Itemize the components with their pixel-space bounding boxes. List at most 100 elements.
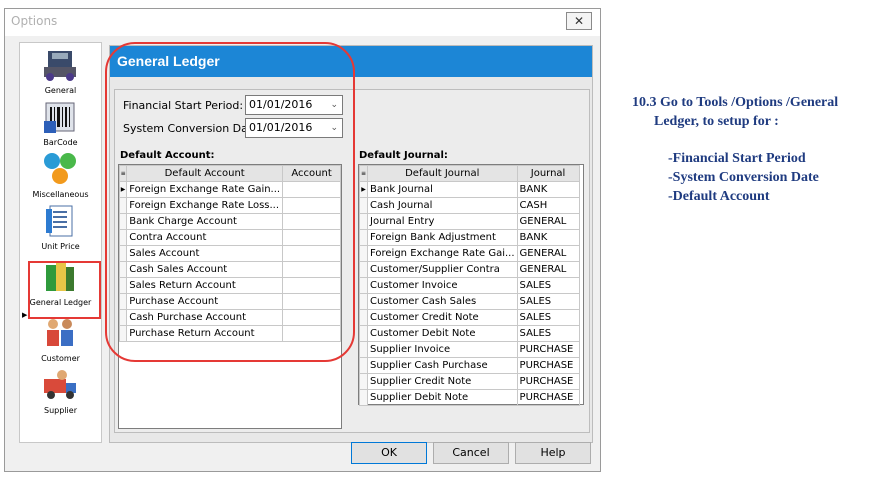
table-row[interactable]: ▶ Bank Journal BANK [359,181,580,198]
journal-cell[interactable]: PURCHASE [516,389,580,406]
table-row[interactable]: Purchase Account [118,293,341,310]
default-journal-cell[interactable]: Foreign Bank Adjustment [367,229,518,246]
table-row[interactable]: Supplier Invoice PURCHASE [359,341,580,358]
table-row[interactable]: Purchase Return Account [118,325,341,342]
journal-cell[interactable]: BANK [516,229,580,246]
account-cell[interactable] [282,293,341,310]
account-cell[interactable] [282,309,341,326]
row-selector[interactable] [118,261,128,278]
conversion-date-combo[interactable]: 01/01/2016 ⌄ [245,118,343,138]
table-row[interactable]: Contra Account [118,229,341,246]
table-row[interactable]: Foreign Bank Adjustment BANK [359,229,580,246]
journal-cell[interactable]: PURCHASE [516,373,580,390]
table-row[interactable]: Cash Sales Account [118,261,341,278]
table-row[interactable]: Supplier Debit Note PURCHASE [359,389,580,406]
default-journal-cell[interactable]: Customer Invoice [367,277,518,294]
journal-cell[interactable]: GENERAL [516,245,580,262]
row-selector[interactable] [118,277,128,294]
default-account-cell[interactable]: Purchase Account [126,293,284,310]
sidebar-item-customer[interactable]: Customer [20,313,101,365]
row-selector[interactable] [359,293,368,310]
account-cell[interactable] [282,245,341,262]
default-journal-cell[interactable]: Foreign Exchange Rate Gai... [367,245,518,262]
account-cell[interactable] [282,181,341,198]
help-button[interactable]: Help [515,442,591,464]
row-selector[interactable] [359,277,368,294]
default-account-cell[interactable]: Foreign Exchange Rate Loss... [126,197,284,214]
journal-cell[interactable]: CASH [516,197,580,214]
table-row[interactable]: Cash Purchase Account [118,309,341,326]
row-selector[interactable] [359,341,368,358]
journal-cell[interactable]: GENERAL [516,261,580,278]
default-journal-cell[interactable]: Cash Journal [367,197,518,214]
default-journal-cell[interactable]: Supplier Cash Purchase [367,357,518,374]
default-account-cell[interactable]: Bank Charge Account [126,213,284,230]
table-row[interactable]: Supplier Credit Note PURCHASE [359,373,580,390]
default-journal-cell[interactable]: Supplier Credit Note [367,373,518,390]
default-account-cell[interactable]: Cash Purchase Account [126,309,284,326]
table-row[interactable]: Customer Invoice SALES [359,277,580,294]
column-header-journal[interactable]: Journal [516,165,580,182]
table-row[interactable]: Cash Journal CASH [359,197,580,214]
journal-cell[interactable]: GENERAL [516,213,580,230]
table-row[interactable]: Customer/Supplier Contra GENERAL [359,261,580,278]
default-journal-cell[interactable]: Customer Credit Note [367,309,518,326]
default-account-cell[interactable]: Cash Sales Account [126,261,284,278]
journal-cell[interactable]: SALES [516,325,580,342]
journal-cell[interactable]: SALES [516,309,580,326]
default-account-cell[interactable]: Foreign Exchange Rate Gain... [126,181,284,198]
table-row[interactable]: Foreign Exchange Rate Loss... [118,197,341,214]
cancel-button[interactable]: Cancel [433,442,509,464]
row-selector[interactable] [359,245,368,262]
column-header-account[interactable]: Account [282,165,341,182]
default-account-cell[interactable]: Contra Account [126,229,284,246]
row-selector[interactable] [118,245,128,262]
table-row[interactable]: Sales Account [118,245,341,262]
account-cell[interactable] [282,197,341,214]
journal-cell[interactable]: PURCHASE [516,341,580,358]
account-cell[interactable] [282,229,341,246]
ok-button[interactable]: OK [351,442,427,464]
default-journal-cell[interactable]: Customer/Supplier Contra [367,261,518,278]
row-selector[interactable] [118,197,128,214]
journal-cell[interactable]: SALES [516,277,580,294]
row-selector[interactable] [359,325,368,342]
sidebar-item-miscellaneous[interactable]: Miscellaneous [20,149,101,201]
table-row[interactable]: ▶ Foreign Exchange Rate Gain... [118,181,341,198]
table-row[interactable]: Customer Credit Note SALES [359,309,580,326]
row-selector-icon[interactable]: ▶ [118,181,128,198]
row-selector[interactable] [359,373,368,390]
row-selector[interactable] [359,261,368,278]
default-journal-cell[interactable]: Supplier Debit Note [367,389,518,406]
table-row[interactable]: Sales Return Account [118,277,341,294]
sidebar-item-unit-price[interactable]: Unit Price [20,201,101,253]
journal-cell[interactable]: PURCHASE [516,357,580,374]
row-selector[interactable] [359,389,368,406]
default-journal-cell[interactable]: Bank Journal [367,181,518,198]
row-selector[interactable] [359,229,368,246]
account-cell[interactable] [282,261,341,278]
column-header-default-account[interactable]: Default Account [126,165,284,182]
close-button[interactable]: ✕ [566,12,592,30]
account-cell[interactable] [282,325,341,342]
sidebar-item-barcode[interactable]: BarCode [20,97,101,149]
row-selector-icon[interactable]: ▶ [359,181,368,198]
default-journal-cell[interactable]: Customer Debit Note [367,325,518,342]
sidebar-item-general[interactable]: General [20,45,101,97]
account-cell[interactable] [282,213,341,230]
table-row[interactable]: Foreign Exchange Rate Gai... GENERAL [359,245,580,262]
account-cell[interactable] [282,277,341,294]
row-selector[interactable] [359,197,368,214]
row-selector[interactable] [359,213,368,230]
table-row[interactable]: Customer Debit Note SALES [359,325,580,342]
table-row[interactable]: Bank Charge Account [118,213,341,230]
table-row[interactable]: Supplier Cash Purchase PURCHASE [359,357,580,374]
journal-cell[interactable]: BANK [516,181,580,198]
default-account-cell[interactable]: Sales Return Account [126,277,284,294]
default-account-cell[interactable]: Purchase Return Account [126,325,284,342]
table-row[interactable]: Journal Entry GENERAL [359,213,580,230]
row-selector[interactable] [359,357,368,374]
row-selector[interactable] [118,309,128,326]
default-account-cell[interactable]: Sales Account [126,245,284,262]
row-selector[interactable] [118,325,128,342]
